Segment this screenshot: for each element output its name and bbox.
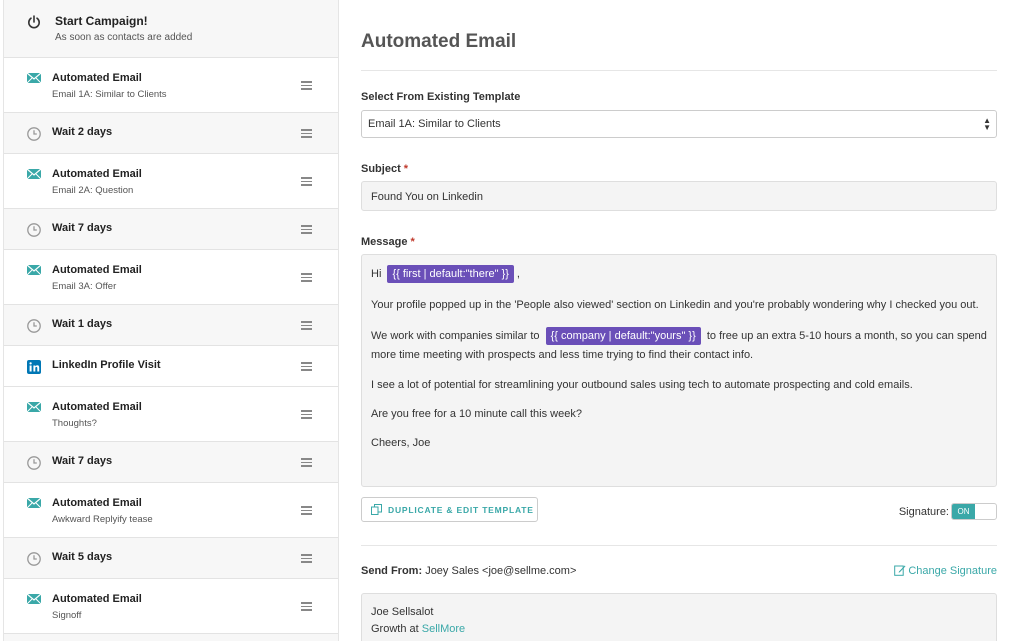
merge-tag-company[interactable]: {{ company | default:"yours" }} <box>545 327 701 345</box>
signature-toggle[interactable]: ON <box>951 503 997 520</box>
drag-handle-icon[interactable] <box>301 177 312 186</box>
clock-icon <box>26 551 42 567</box>
clock-icon <box>26 222 42 238</box>
step-title: Automated Email <box>52 497 142 509</box>
step-title: Automated Email <box>52 264 142 276</box>
step-title: Automated Email <box>52 168 142 180</box>
signature-role: Growth at SellMore <box>371 623 466 635</box>
power-icon <box>28 15 40 29</box>
drag-handle-icon[interactable] <box>301 362 312 371</box>
step-subtitle: Thoughts? <box>52 418 97 429</box>
step-subtitle: Awkward Replyify tease <box>52 514 153 525</box>
template-label: Select From Existing Template <box>361 91 521 103</box>
duplicate-edit-template-button[interactable]: DUPLICATE & EDIT TEMPLATE <box>361 497 538 522</box>
message-paragraph: Are you free for a 10 minute call this w… <box>371 408 582 420</box>
envelope-icon <box>26 399 42 415</box>
message-paragraph: Your profile popped up in the 'People al… <box>371 299 979 311</box>
edit-icon <box>894 565 906 576</box>
sidebar-step-email[interactable]: Automated Email Signoff <box>4 579 338 634</box>
drag-handle-icon[interactable] <box>301 602 312 611</box>
step-title: Automated Email <box>52 72 142 84</box>
signature-preview: Joe Sellsalot Growth at SellMore <box>361 593 997 641</box>
message-greeting: Hi {{ first | default:"there" }}, <box>371 265 520 283</box>
linkedin-icon <box>26 359 42 375</box>
message-paragraph: Cheers, Joe <box>371 437 431 449</box>
start-campaign-subtitle: As soon as contacts are added <box>55 32 193 43</box>
duplicate-button-label: DUPLICATE & EDIT TEMPLATE <box>388 505 534 515</box>
subject-field[interactable]: Found You on Linkedin <box>361 181 997 211</box>
drag-handle-icon[interactable] <box>301 554 312 563</box>
sidebar-step-wait[interactable]: Wait 1 days <box>4 305 338 346</box>
sidebar-step-email[interactable]: Automated Email Email 2A: Question <box>4 154 338 209</box>
sidebar-step-wait[interactable]: Wait 5 days <box>4 538 338 579</box>
divider <box>361 70 997 71</box>
message-label: Message * <box>361 236 415 248</box>
copy-icon <box>371 504 382 515</box>
drag-handle-icon[interactable] <box>301 81 312 90</box>
signature-name: Joe Sellsalot <box>371 606 434 618</box>
sidebar-step-email[interactable]: Automated Email Thoughts? <box>4 387 338 442</box>
step-title: LinkedIn Profile Visit <box>52 359 161 371</box>
drag-handle-icon[interactable] <box>301 273 312 282</box>
toggle-on-label: ON <box>952 504 975 519</box>
sidebar-step-email[interactable]: Automated Email Email 1A: Similar to Clie… <box>4 58 338 113</box>
subject-label: Subject * <box>361 163 409 175</box>
sidebar-step-wait[interactable]: Wait 7 days <box>4 442 338 483</box>
step-subtitle: Email 3A: Offer <box>52 281 117 292</box>
message-editor[interactable]: Hi {{ first | default:"there" }}, Your p… <box>361 254 997 487</box>
drag-handle-icon[interactable] <box>301 321 312 330</box>
drag-handle-icon[interactable] <box>301 458 312 467</box>
step-title: Wait 2 days <box>52 126 113 138</box>
clock-icon <box>26 126 42 142</box>
drag-handle-icon[interactable] <box>301 410 312 419</box>
sidebar-step-linkedin[interactable]: LinkedIn Profile Visit <box>4 346 338 387</box>
signature-label: Signature: <box>898 506 949 518</box>
start-campaign-title: Start Campaign! <box>55 14 148 28</box>
select-arrows-icon: ▲ ▼ <box>983 116 991 132</box>
message-paragraph: We work with companies similar to {{ com… <box>371 327 987 345</box>
envelope-icon <box>26 70 42 86</box>
drag-handle-icon[interactable] <box>301 225 312 234</box>
template-select-value: Email 1A: Similar to Clients <box>368 118 501 130</box>
sidebar-step-wait[interactable]: Wait 2 days <box>4 113 338 154</box>
sidebar-step-wait[interactable]: Wait 7 days <box>4 209 338 250</box>
step-title: Wait 5 days <box>52 551 113 563</box>
envelope-icon <box>26 591 42 607</box>
drag-handle-icon[interactable] <box>301 129 312 138</box>
signature-company-link[interactable]: SellMore <box>422 623 465 635</box>
step-subtitle: Signoff <box>52 610 82 621</box>
message-paragraph: more time meeting with prospects and les… <box>371 349 754 361</box>
message-paragraph: I see a lot of potential for streamlinin… <box>371 379 913 391</box>
template-select[interactable]: Email 1A: Similar to Clients ▲ ▼ <box>361 110 997 138</box>
campaign-sidebar: Start Campaign! As soon as contacts are … <box>3 0 339 641</box>
step-subtitle: Email 1A: Similar to Clients <box>52 89 167 100</box>
envelope-icon <box>26 262 42 278</box>
divider <box>361 545 997 546</box>
envelope-icon <box>26 495 42 511</box>
change-signature-link[interactable]: Change Signature <box>894 564 997 577</box>
sidebar-step-email[interactable]: Automated Email Awkward Replyify tease <box>4 483 338 538</box>
step-title: Wait 7 days <box>52 222 113 234</box>
step-title: Automated Email <box>52 593 142 605</box>
clock-icon <box>26 455 42 471</box>
envelope-icon <box>26 166 42 182</box>
clock-icon <box>26 318 42 334</box>
sidebar-step-email[interactable]: Automated Email Email 3A: Offer <box>4 250 338 305</box>
send-from: Send From: Joey Sales <joe@sellme.com> <box>361 565 577 577</box>
step-subtitle: Email 2A: Question <box>52 185 134 196</box>
merge-tag-first[interactable]: {{ first | default:"there" }} <box>387 265 514 283</box>
step-title: Wait 1 days <box>52 318 113 330</box>
step-title: Wait 7 days <box>52 455 113 467</box>
start-campaign-step[interactable]: Start Campaign! As soon as contacts are … <box>4 0 338 58</box>
drag-handle-icon[interactable] <box>301 506 312 515</box>
page-title: Automated Email <box>361 31 517 52</box>
step-title: Automated Email <box>52 401 142 413</box>
